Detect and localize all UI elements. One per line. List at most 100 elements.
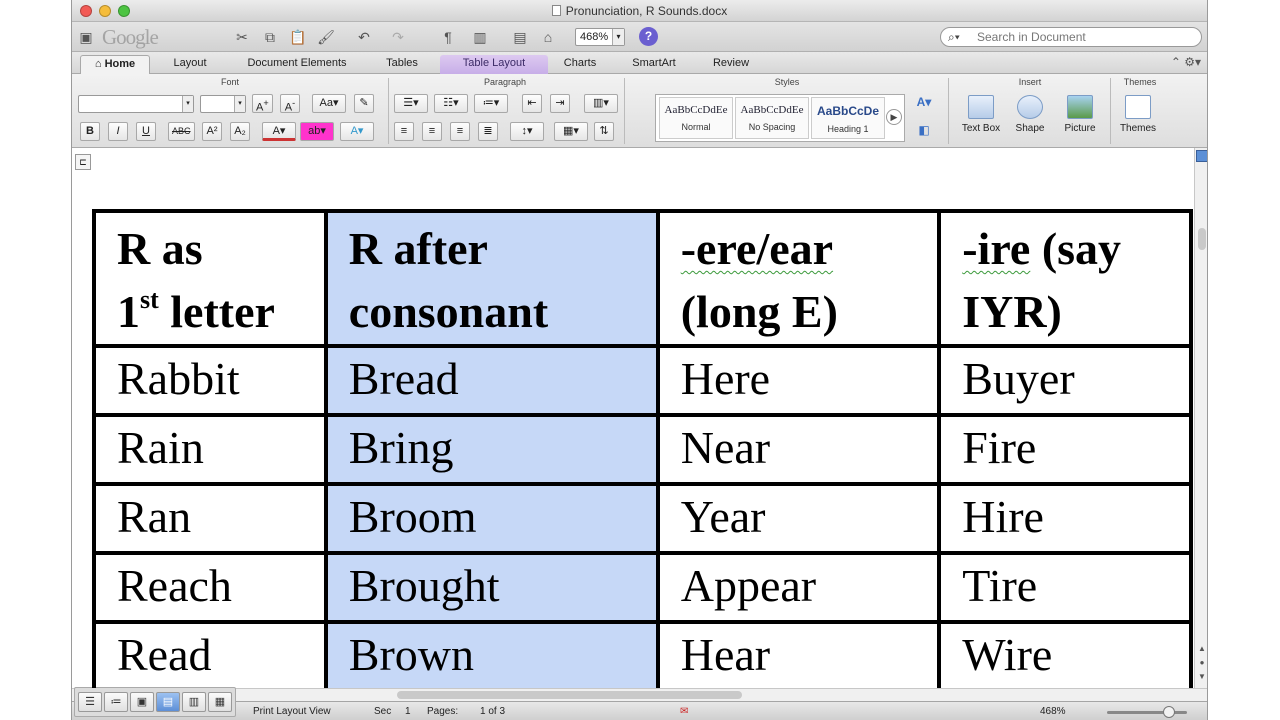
grow-font-button[interactable]: A+	[252, 94, 273, 114]
spelling-status-icon[interactable]: ✉	[680, 706, 688, 717]
change-case-button[interactable]: Aa▾	[312, 94, 346, 113]
print-layout-view-button[interactable]: ▤	[156, 692, 180, 712]
tab-review[interactable]: Review	[698, 55, 764, 74]
table-cell[interactable]: Tire	[937, 551, 1193, 624]
publish-icon[interactable]: ⌂	[538, 27, 558, 47]
search-input[interactable]: ⌕▾ Search in Document	[940, 27, 1202, 47]
ruler-icon[interactable]	[1196, 150, 1207, 162]
table-cell[interactable]: Year	[655, 482, 942, 555]
style-heading-1[interactable]: AaBbCcDe Heading 1	[811, 97, 885, 139]
tab-tables[interactable]: Tables	[372, 55, 432, 74]
paste-icon[interactable]: 📋	[288, 27, 308, 47]
font-color-button[interactable]: A▾	[262, 122, 296, 141]
subscript-button[interactable]: A₂	[230, 122, 250, 141]
table-cell[interactable]: Ran	[92, 482, 328, 555]
style-normal[interactable]: AaBbCcDdEe Normal	[659, 97, 733, 139]
font-size-select[interactable]: ▾	[200, 95, 246, 113]
new-document-icon[interactable]: ▣	[76, 27, 96, 47]
zoom-slider[interactable]	[1107, 711, 1187, 714]
align-right-button[interactable]: ≡	[450, 122, 470, 141]
table-cell[interactable]: Brought	[323, 551, 660, 624]
shrink-font-button[interactable]: A-	[280, 94, 300, 114]
vertical-scrollbar[interactable]: ▲ ● ▼	[1194, 148, 1207, 688]
table-cell[interactable]: Read	[92, 620, 328, 688]
horizontal-scrollbar[interactable]	[72, 688, 1207, 701]
table-cell[interactable]: Hire	[937, 482, 1193, 555]
style-pane-icon[interactable]: A▾	[914, 94, 934, 111]
table-cell[interactable]: Wire	[937, 620, 1193, 688]
tab-table-layout[interactable]: Table Layout	[440, 55, 548, 74]
table-cell[interactable]: Buyer	[937, 344, 1193, 417]
styles-next-icon[interactable]: ▶	[886, 109, 902, 125]
clear-formatting-button[interactable]: ✎	[354, 94, 374, 113]
table-cell[interactable]: Appear	[655, 551, 942, 624]
text-effects-button[interactable]: A▾	[340, 122, 374, 141]
table-cell[interactable]: Broom	[323, 482, 660, 555]
style-no-spacing[interactable]: AaBbCcDdEe No Spacing	[735, 97, 809, 139]
gallery-icon[interactable]: ▤	[510, 27, 530, 47]
next-page-icon[interactable]: ▼	[1197, 672, 1207, 684]
decrease-indent-button[interactable]: ⇤	[522, 94, 542, 113]
scroll-thumb[interactable]	[397, 691, 742, 699]
table-cell[interactable]: Rabbit	[92, 344, 328, 417]
zoom-slider-knob[interactable]	[1163, 706, 1175, 718]
highlight-button[interactable]: ab▾	[300, 122, 334, 141]
strikethrough-button[interactable]: ABC	[168, 122, 195, 141]
table-cell[interactable]: Reach	[92, 551, 328, 624]
insert-picture-button[interactable]: Picture	[1056, 95, 1104, 134]
table-cell[interactable]: Hear	[655, 620, 942, 688]
table-header-cell[interactable]: -ere/ear (long E)	[655, 209, 942, 348]
ruler-toggle-icon[interactable]: ⊏	[75, 154, 91, 170]
table-cell[interactable]: Bring	[323, 413, 660, 486]
outline-view-button[interactable]: ≔	[104, 692, 128, 712]
cut-icon[interactable]: ✂	[232, 27, 252, 47]
format-painter-icon[interactable]: 🖌	[316, 27, 336, 47]
table-cell[interactable]: Bread	[323, 344, 660, 417]
line-spacing-button[interactable]: ↕▾	[510, 122, 544, 141]
bold-button[interactable]: B	[80, 122, 100, 141]
superscript-button[interactable]: A²	[202, 122, 222, 141]
table-cell[interactable]: Rain	[92, 413, 328, 486]
ribbon-options-icon[interactable]: ⌃ ⚙▾	[1171, 55, 1201, 69]
table-cell[interactable]: Here	[655, 344, 942, 417]
insert-text-box-button[interactable]: Text Box	[956, 95, 1006, 134]
underline-button[interactable]: U	[136, 122, 156, 141]
focus-view-button[interactable]: ▦	[208, 692, 232, 712]
notebook-view-button[interactable]: ▥	[182, 692, 206, 712]
bullets-button[interactable]: ☰▾	[394, 94, 428, 113]
themes-button[interactable]: Themes	[1114, 95, 1162, 134]
align-left-button[interactable]: ≡	[394, 122, 414, 141]
tab-layout[interactable]: Layout	[158, 55, 222, 74]
copy-icon[interactable]: ⧉	[260, 27, 280, 47]
multilevel-list-button[interactable]: ≔▾	[474, 94, 508, 113]
insert-shape-button[interactable]: Shape	[1008, 95, 1052, 134]
sort-button[interactable]: ⇅	[594, 122, 614, 141]
sidebar-toggle-icon[interactable]: ▥	[470, 27, 490, 47]
increase-indent-button[interactable]: ⇥	[550, 94, 570, 113]
manage-styles-icon[interactable]: ◧	[914, 122, 934, 139]
italic-button[interactable]: I	[108, 122, 128, 141]
zoom-select[interactable]: 468% ▾	[575, 28, 625, 46]
align-center-button[interactable]: ≡	[422, 122, 442, 141]
table-cell[interactable]: Near	[655, 413, 942, 486]
undo-icon[interactable]: ↶	[354, 27, 374, 47]
justify-button[interactable]: ≣	[478, 122, 498, 141]
table-header-cell[interactable]: R as 1st letter	[92, 209, 328, 348]
table-cell[interactable]: Fire	[937, 413, 1193, 486]
show-formatting-icon[interactable]: ¶	[438, 27, 458, 47]
table-header-cell[interactable]: R after consonant	[323, 209, 660, 348]
columns-button[interactable]: ▥▾	[584, 94, 618, 113]
redo-icon[interactable]: ↷	[388, 27, 408, 47]
tab-smartart[interactable]: SmartArt	[618, 55, 690, 74]
scroll-thumb[interactable]	[1198, 228, 1206, 250]
tab-document-elements[interactable]: Document Elements	[230, 55, 364, 74]
table-cell[interactable]: Brown	[323, 620, 660, 688]
table-header-cell[interactable]: -ire (say IYR)	[937, 209, 1193, 348]
tab-home[interactable]: ⌂ Home	[80, 55, 150, 74]
previous-page-icon[interactable]: ▲	[1197, 644, 1207, 656]
borders-button[interactable]: ▦▾	[554, 122, 588, 141]
numbering-button[interactable]: ☷▾	[434, 94, 468, 113]
help-icon[interactable]: ?	[639, 27, 658, 46]
publishing-view-button[interactable]: ▣	[130, 692, 154, 712]
draft-view-button[interactable]: ☰	[78, 692, 102, 712]
